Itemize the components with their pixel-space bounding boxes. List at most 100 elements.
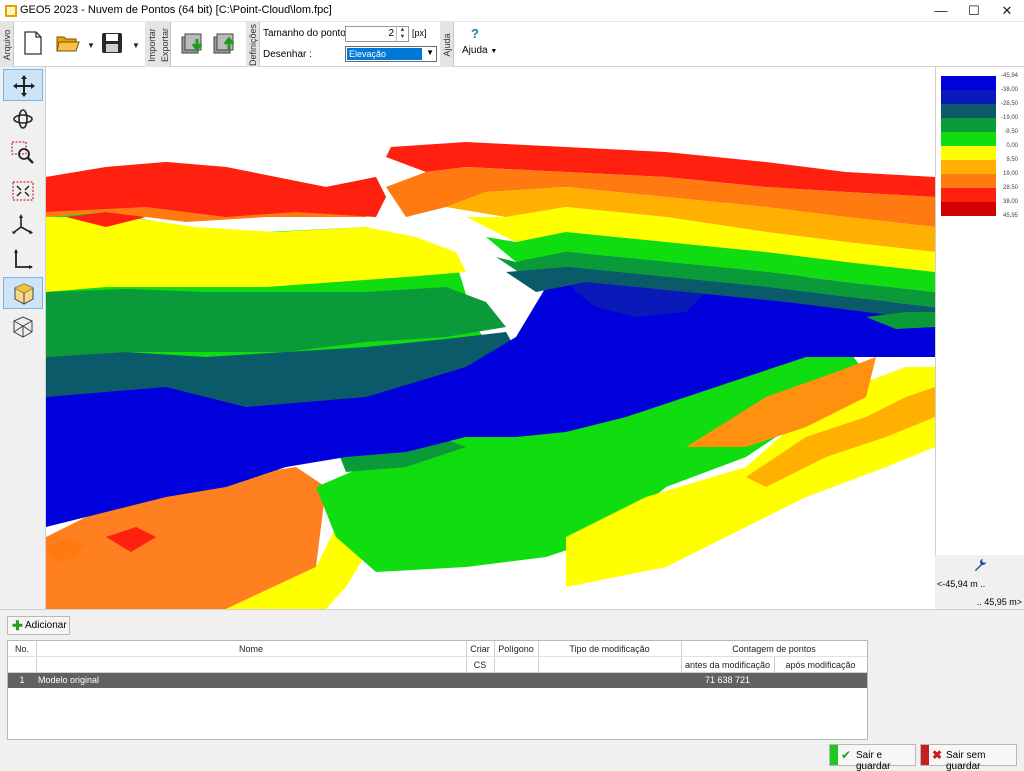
rotate-icon [13, 109, 33, 129]
legend-label: 19,00 [1002, 171, 1018, 177]
spin-up-icon[interactable]: ▲ [397, 27, 408, 34]
header-divider [8, 656, 867, 657]
exit-no-save-button[interactable]: ✖ Sair sem guardar [920, 744, 1017, 771]
col-no[interactable]: No. [8, 644, 36, 654]
col-after[interactable]: após modificação [774, 660, 867, 670]
exit-no-save-label: Sair sem guardar [946, 750, 986, 771]
open-folder-icon [56, 36, 80, 52]
axes-2d-tool[interactable] [3, 243, 43, 275]
tab-settings-label: Definições [247, 23, 258, 66]
point-size-unit: [px] [412, 28, 427, 38]
tab-export[interactable]: Exportar [158, 22, 171, 67]
col-modification-type[interactable]: Tipo de modificação [538, 644, 681, 654]
open-dropdown-arrow[interactable]: ▼ [87, 41, 95, 50]
ribbon: Arquivo ▼ ▼ Importar Exportar Definições… [0, 22, 1024, 67]
axes-3d-icon [12, 214, 33, 234]
move-tool[interactable] [3, 69, 43, 101]
legend-color-cell [941, 90, 996, 104]
zoom-extents-tool[interactable] [3, 175, 43, 207]
legend-label: 0,00 [1006, 143, 1018, 149]
close-button[interactable]: ✕ [990, 0, 1024, 22]
col-create-cs[interactable]: Criar [466, 644, 494, 654]
help-menu-button[interactable]: Ajuda ▼ [462, 45, 497, 56]
row-name: Modelo original [38, 675, 100, 685]
left-toolbar [0, 67, 46, 609]
draw-mode-select[interactable]: Elevação ▼ [345, 46, 437, 62]
col-point-count[interactable]: Contagem de pontos [681, 644, 867, 654]
exit-color-bar [921, 745, 929, 765]
tab-file-label: Arquivo [1, 29, 12, 60]
axes-3d-tool[interactable] [3, 209, 43, 241]
point-cloud-render[interactable] [46, 67, 935, 609]
add-button-label: Adicionar [25, 620, 67, 631]
legend-color-cell [941, 104, 996, 118]
legend-label: -38,00 [1000, 87, 1018, 93]
tab-settings[interactable]: Definições [246, 22, 260, 67]
spin-down-icon[interactable]: ▼ [397, 34, 408, 41]
legend-label: -9,50 [1004, 129, 1018, 135]
legend-color-cell [941, 160, 996, 174]
legend-label: 38,00 [1002, 199, 1018, 205]
save-dropdown-arrow[interactable]: ▼ [132, 41, 140, 50]
open-file-button[interactable] [55, 27, 85, 61]
legend-color-cell [941, 118, 996, 132]
wrench-icon[interactable] [973, 558, 987, 572]
maximize-button[interactable]: ☐ [957, 0, 991, 22]
save-disk-icon [102, 33, 122, 53]
save-file-button[interactable] [100, 27, 130, 61]
tab-import-label: Importar [146, 27, 157, 62]
legend-label: -45,94 [1000, 73, 1018, 79]
title-bar: GEO5 2023 - Nuvem de Pontos (64 bit) [C:… [0, 0, 1024, 22]
import-button[interactable] [180, 27, 210, 61]
axes-2d-icon [14, 249, 33, 269]
legend-color-cell [941, 188, 996, 202]
help-label: Ajuda [462, 45, 488, 56]
checkmark-icon: ✔ [841, 748, 852, 762]
legend-color-cell [941, 174, 996, 188]
rotate-tool[interactable] [3, 103, 43, 135]
legend-label: -19,00 [1000, 115, 1018, 121]
point-size-label: Tamanho do ponto : [263, 28, 352, 39]
minimize-button[interactable]: — [924, 0, 958, 22]
save-color-bar [830, 745, 838, 765]
col-before[interactable]: antes da modificação [681, 660, 774, 670]
new-file-button[interactable] [22, 27, 52, 61]
save-exit-button[interactable]: ✔ Sair e guardar [829, 744, 916, 771]
point-cloud-viewport[interactable] [46, 67, 935, 609]
tab-export-label: Exportar [159, 27, 170, 62]
export-button[interactable] [212, 27, 242, 61]
zoom-window-icon [11, 141, 34, 164]
point-size-spinner[interactable]: 2 ▲ ▼ [345, 26, 409, 42]
table-row[interactable]: 1 Modelo original 71 638 721 [8, 673, 867, 688]
point-size-value[interactable]: 2 [388, 28, 394, 39]
geo5-logo-icon [5, 5, 17, 17]
help-dropdown-icon: ▼ [490, 48, 498, 55]
tab-help[interactable]: Ajuda [440, 22, 454, 67]
modifications-table[interactable]: No. Nome Criar CS Polígono Tipo de modif… [7, 640, 868, 740]
col-create-cs-2: CS [473, 660, 487, 670]
legend-color-cell [941, 132, 996, 146]
view-cube-wire-icon [13, 316, 33, 338]
bottom-panel: ✚ Adicionar No. Nome Criar CS Polígono T… [0, 609, 1024, 771]
col-polygon[interactable]: Polígono [494, 644, 538, 654]
legend-label: 28,50 [1002, 185, 1018, 191]
view-cube-tool-2[interactable] [3, 311, 43, 343]
draw-mode-value[interactable]: Elevação [347, 48, 422, 60]
tab-file[interactable]: Arquivo [0, 22, 14, 67]
view-cube-tool[interactable] [3, 277, 43, 309]
chevron-down-icon[interactable]: ▼ [426, 48, 434, 57]
legend-label: 9,50 [1006, 157, 1018, 163]
spinner-arrows[interactable]: ▲ ▼ [396, 27, 408, 41]
view-cube-icon [14, 283, 34, 305]
move-arrows-icon [13, 75, 35, 97]
row-no: 1 [19, 675, 25, 685]
zoom-extents-icon [12, 181, 34, 201]
export-icon [213, 33, 235, 54]
zoom-window-tool[interactable] [3, 137, 43, 169]
window-title: GEO5 2023 - Nuvem de Pontos (64 bit) [C:… [20, 4, 332, 16]
col-name[interactable]: Nome [36, 644, 466, 654]
add-button[interactable]: ✚ Adicionar [7, 616, 70, 635]
help-icon[interactable]: ? [471, 26, 479, 41]
legend-label: 45,95 [1002, 213, 1018, 219]
legend-label: -28,50 [1000, 101, 1018, 107]
